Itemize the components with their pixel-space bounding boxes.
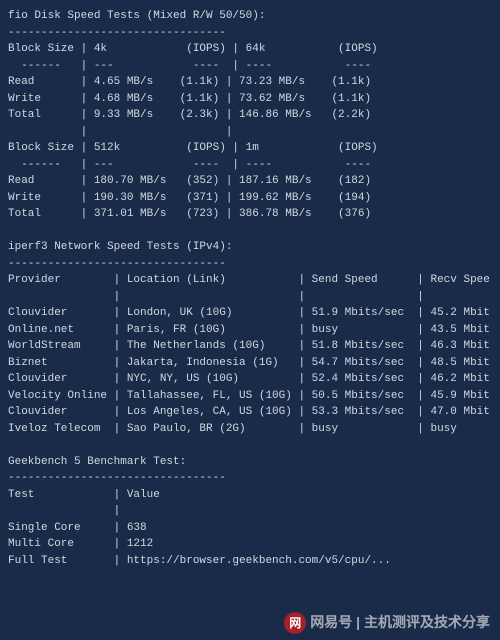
fio-write-row: Write | 4.68 MB/s (1.1k) | 73.62 MB/s (1… (8, 91, 492, 108)
watermark-text: 网易号 | 主机测评及技术分享 (310, 614, 490, 630)
fio-subheader: ------ | --- ---- | ---- ---- (8, 157, 492, 174)
fio-subheader: ------ | --- ---- | ---- ---- (8, 58, 492, 75)
fio-header-512k-1m: Block Size | 512k (IOPS) | 1m (IOPS) (8, 140, 492, 157)
iperf-row: Online.net | Paris, FR (10G) | busy | 43… (8, 322, 492, 339)
iperf-blank: | | | (8, 289, 492, 306)
iperf-row: Velocity Online | Tallahassee, FL, US (1… (8, 388, 492, 405)
fio-total-row: Total | 371.01 MB/s (723) | 386.78 MB/s … (8, 206, 492, 223)
geekbench-multi-core: Multi Core | 1212 (8, 536, 492, 553)
iperf-row: Clouvider | Los Angeles, CA, US (10G) | … (8, 404, 492, 421)
fio-title: fio Disk Speed Tests (Mixed R/W 50/50): (8, 8, 492, 25)
iperf-row: Iveloz Telecom | Sao Paulo, BR (2G) | bu… (8, 421, 492, 438)
iperf-row: Clouvider | NYC, NY, US (10G) | 52.4 Mbi… (8, 371, 492, 388)
terminal-output: fio Disk Speed Tests (Mixed R/W 50/50): … (8, 8, 492, 569)
geekbench-single-core: Single Core | 638 (8, 520, 492, 537)
fio-blank-row: | | (8, 124, 492, 141)
watermark: 网网易号 | 主机测评及技术分享 (284, 612, 490, 634)
iperf-row: Clouvider | London, UK (10G) | 51.9 Mbit… (8, 305, 492, 322)
geekbench-blank: | (8, 503, 492, 520)
fio-read-row: Read | 180.70 MB/s (352) | 187.16 MB/s (… (8, 173, 492, 190)
fio-total-row: Total | 9.33 MB/s (2.3k) | 146.86 MB/s (… (8, 107, 492, 124)
iperf-row: WorldStream | The Netherlands (10G) | 51… (8, 338, 492, 355)
netease-logo-icon: 网 (284, 612, 306, 634)
fio-header-4k-64k: Block Size | 4k (IOPS) | 64k (IOPS) (8, 41, 492, 58)
iperf-header: Provider | Location (Link) | Send Speed … (8, 272, 492, 289)
iperf-row: Biznet | Jakarta, Indonesia (1G) | 54.7 … (8, 355, 492, 372)
divider: --------------------------------- (8, 470, 492, 487)
fio-write-row: Write | 190.30 MB/s (371) | 199.62 MB/s … (8, 190, 492, 207)
geekbench-full-test: Full Test | https://browser.geekbench.co… (8, 553, 492, 570)
fio-read-row: Read | 4.65 MB/s (1.1k) | 73.23 MB/s (1.… (8, 74, 492, 91)
geekbench-header: Test | Value (8, 487, 492, 504)
divider: --------------------------------- (8, 25, 492, 42)
geekbench-title: Geekbench 5 Benchmark Test: (8, 454, 492, 471)
iperf-title: iperf3 Network Speed Tests (IPv4): (8, 239, 492, 256)
divider: --------------------------------- (8, 256, 492, 273)
